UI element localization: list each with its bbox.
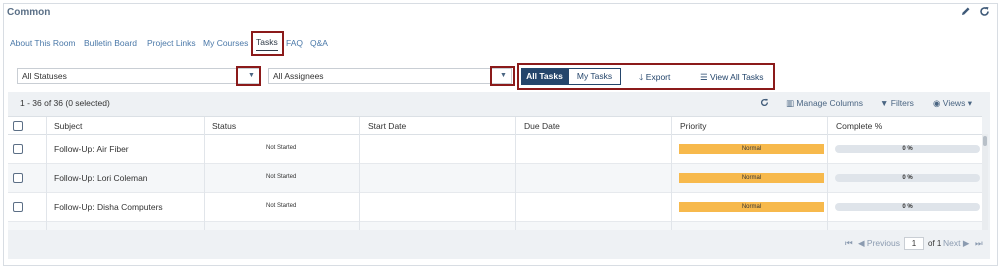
selection-count: 1 - 36 of 36 (0 selected)	[20, 98, 110, 108]
column-divider	[46, 117, 47, 230]
complete-progress: 0 %	[835, 203, 980, 211]
table-row[interactable]: Follow-Up: Disha Computers Not Started N…	[8, 193, 982, 222]
column-header-subject[interactable]: Subject	[54, 121, 82, 131]
filter-icon: ▼	[880, 98, 889, 108]
row-checkbox[interactable]	[13, 144, 23, 154]
all-tasks-button[interactable]: All Tasks	[521, 68, 568, 85]
column-divider	[515, 117, 516, 230]
grid-refresh-icon[interactable]	[760, 98, 769, 109]
views-label: Views	[942, 98, 966, 108]
manage-columns-label: Manage Columns	[796, 98, 864, 108]
list-icon: ☰	[700, 72, 708, 82]
tasks-tab-highlight	[251, 31, 284, 56]
download-arrow-icon: 🡓	[639, 72, 644, 82]
column-divider	[204, 117, 205, 230]
status-filter-select[interactable]: All Statuses	[17, 68, 261, 84]
previous-label: Previous	[866, 238, 900, 248]
priority-badge: Normal	[679, 144, 824, 154]
tab-my-courses[interactable]: My Courses	[203, 38, 248, 48]
tab-project-links[interactable]: Project Links	[147, 38, 196, 48]
manage-columns-button[interactable]: ▥ Manage Columns	[786, 98, 863, 109]
export-button[interactable]: 🡓 Export	[639, 72, 670, 86]
select-all-checkbox[interactable]	[13, 121, 23, 131]
complete-progress: 0 %	[835, 174, 980, 182]
caret-down-icon: ▾	[967, 98, 972, 108]
previous-arrow-icon: ◀	[858, 238, 865, 248]
column-divider	[671, 117, 672, 230]
subject-cell: Follow-Up: Air Fiber	[54, 144, 129, 154]
next-page-button[interactable]: Next ▶	[943, 238, 969, 249]
tab-bulletin-board[interactable]: Bulletin Board	[84, 38, 137, 48]
filters-button[interactable]: ▼ Filters	[880, 98, 914, 108]
my-tasks-button[interactable]: My Tasks	[568, 68, 621, 85]
page-number-input[interactable]	[904, 237, 924, 250]
column-header-priority[interactable]: Priority	[680, 121, 706, 131]
priority-badge: Normal	[679, 202, 824, 212]
subject-cell: Follow-Up: Disha Computers	[54, 202, 163, 212]
assignee-filter-value: All Assignees	[273, 71, 324, 81]
view-all-label: View All Tasks	[710, 72, 764, 82]
row-checkbox[interactable]	[13, 173, 23, 183]
tab-faq[interactable]: FAQ	[286, 38, 303, 48]
eye-icon: ◉	[933, 98, 941, 108]
last-page-icon[interactable]: ⏭	[975, 238, 983, 249]
column-divider	[359, 117, 360, 230]
status-cell: Not Started	[266, 174, 297, 180]
task-table: Subject Status Start Date Due Date Prior…	[8, 116, 982, 230]
next-arrow-icon: ▶	[962, 238, 970, 248]
status-filter-value: All Statuses	[22, 71, 67, 81]
scrollbar-thumb[interactable]	[983, 136, 987, 146]
table-row[interactable]	[8, 222, 982, 230]
refresh-icon[interactable]	[978, 6, 990, 18]
chevron-down-icon[interactable]: ▼	[500, 72, 507, 79]
status-cell: Not Started	[266, 203, 297, 209]
first-page-icon[interactable]: ⏮	[845, 238, 853, 249]
column-header-due-date[interactable]: Due Date	[524, 121, 560, 131]
views-button[interactable]: ◉ Views ▾	[933, 98, 972, 109]
columns-icon: ▥	[786, 98, 795, 108]
table-row[interactable]: Follow-Up: Lori Coleman Not Started Norm…	[8, 164, 982, 193]
previous-page-button[interactable]: ◀ Previous	[858, 238, 900, 249]
column-header-status[interactable]: Status	[212, 121, 236, 131]
column-header-start-date[interactable]: Start Date	[368, 121, 406, 131]
row-checkbox[interactable]	[13, 202, 23, 212]
filters-label: Filters	[890, 98, 914, 108]
complete-progress: 0 %	[835, 145, 980, 153]
column-divider	[827, 117, 828, 230]
next-label: Next	[943, 238, 961, 248]
subject-cell: Follow-Up: Lori Coleman	[54, 173, 148, 183]
table-row[interactable]: Follow-Up: Air Fiber Not Started Normal …	[8, 135, 982, 164]
table-scrollbar[interactable]	[982, 134, 988, 230]
tasks-tab-underline	[256, 50, 278, 51]
chevron-down-icon[interactable]: ▼	[248, 72, 255, 79]
page-total: of 1	[928, 239, 942, 248]
view-all-tasks-button[interactable]: ☰ View All Tasks	[700, 72, 764, 83]
pencil-icon[interactable]	[960, 6, 972, 18]
priority-badge: Normal	[679, 173, 824, 183]
column-header-complete[interactable]: Complete %	[836, 121, 882, 131]
assignee-filter-select[interactable]: All Assignees	[268, 68, 512, 84]
export-label: Export	[645, 72, 671, 82]
tab-about-this-room[interactable]: About This Room	[10, 38, 76, 48]
status-cell: Not Started	[266, 145, 297, 151]
table-header-row: Subject Status Start Date Due Date Prior…	[8, 117, 982, 135]
panel-title: Common	[7, 7, 51, 18]
tab-qa[interactable]: Q&A	[310, 38, 328, 48]
